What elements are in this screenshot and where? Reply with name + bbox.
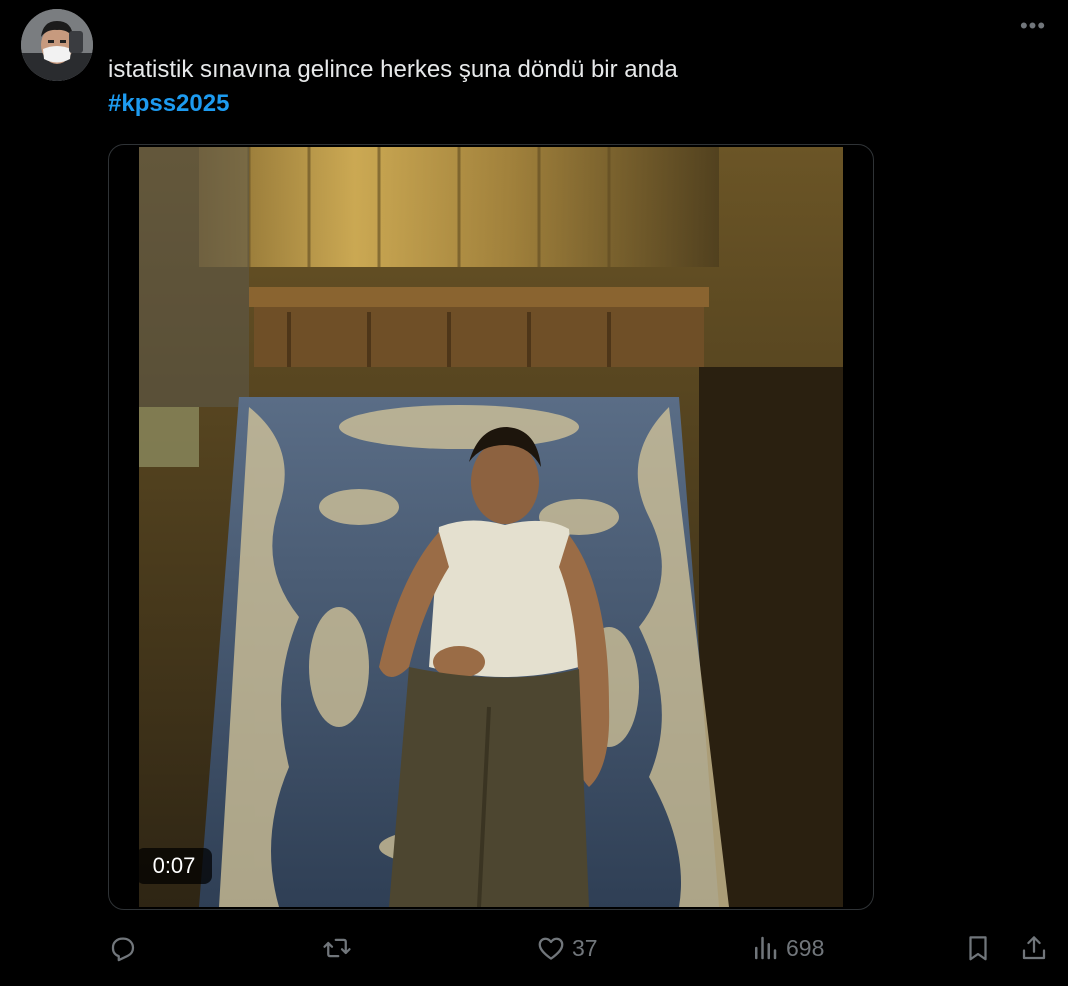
retweet-button[interactable] — [322, 928, 358, 968]
reply-icon — [111, 937, 135, 962]
heart-icon — [538, 937, 564, 960]
more-options-button[interactable]: ••• — [1016, 14, 1050, 38]
like-button[interactable]: 37 — [536, 928, 598, 968]
video-player[interactable]: 0:07 — [108, 144, 874, 910]
avatar-image — [21, 9, 93, 81]
avatar[interactable] — [21, 9, 93, 81]
tweet-text: istatistik sınavına gelince herkes şuna … — [108, 53, 1008, 121]
tweet: ••• istatistik sınavına gelince herkes ş… — [0, 0, 1068, 986]
action-bar: 37 698 — [0, 928, 1068, 968]
hashtag-link[interactable]: #kpss2025 — [108, 87, 1008, 121]
views-count: 698 — [786, 934, 825, 961]
like-count: 37 — [572, 934, 598, 961]
views-chart-icon — [755, 936, 777, 960]
share-icon — [1022, 936, 1046, 960]
bookmark-icon — [969, 936, 987, 961]
reply-button[interactable] — [108, 928, 144, 968]
views-button[interactable]: 698 — [750, 928, 824, 968]
video-timecode: 0:07 — [136, 848, 212, 884]
tweet-body: istatistik sınavına gelince herkes şuna … — [108, 56, 678, 83]
bookmark-button[interactable] — [963, 928, 993, 968]
video-frame — [139, 147, 843, 907]
redacted-username — [104, 0, 582, 38]
share-button[interactable] — [1019, 928, 1049, 968]
retweet-icon — [323, 938, 351, 958]
